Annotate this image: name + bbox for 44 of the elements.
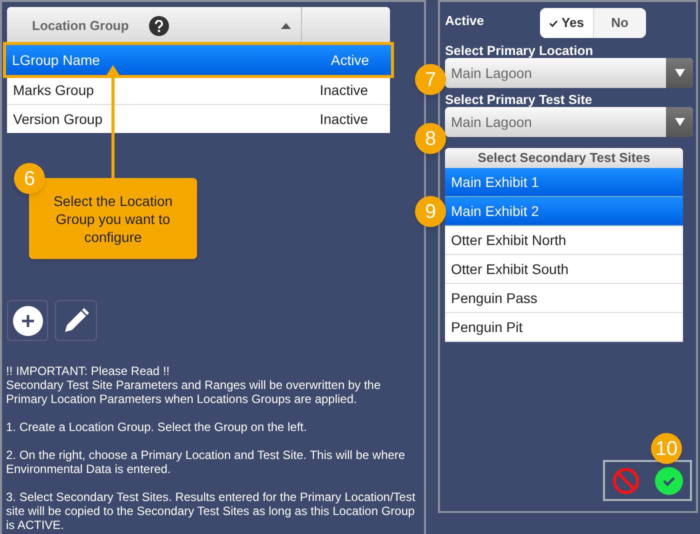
instruction-text: !! IMPORTANT: Please Read !! Secondary Test Site Parameters and Ranges will be overwritten by the Primary Location Parameters when Locations Groups are applied.	[6, 364, 382, 406]
dropdown-caret-icon	[674, 69, 684, 77]
list-item[interactable]: Penguin Pit	[445, 313, 683, 342]
group-status: Active	[330, 50, 369, 70]
step-number-badge: 7	[415, 64, 446, 95]
plus-icon	[12, 306, 42, 336]
table-row[interactable]: Version Group Inactive	[7, 104, 390, 133]
check-icon	[548, 20, 558, 26]
group-name: LGroup Name	[12, 50, 100, 70]
group-status: Inactive	[320, 110, 368, 128]
table-row[interactable]: LGroup Name Active	[6, 45, 391, 75]
list-item[interactable]: Penguin Pass	[445, 284, 683, 313]
step-number-badge: 10	[651, 433, 682, 464]
list-item[interactable]: Main Exhibit 1	[445, 168, 683, 197]
toggle-option[interactable]: No	[594, 8, 646, 38]
help-icon[interactable]	[148, 16, 169, 36]
check-icon	[654, 466, 683, 494]
dropdown[interactable]: Main Lagoon	[445, 58, 693, 88]
dropdown[interactable]: Main Lagoon	[445, 107, 693, 137]
list-header: Select Secondary Test Sites	[445, 148, 683, 168]
instruction-text: 3. Select Secondary Test Sites. Results entered for the Primary Location/Test site will be copied to the Secondary Test Sites as long as this Location Group is ACTIVE.	[6, 490, 416, 532]
step-number-badge: 8	[415, 123, 446, 154]
prohibited-icon	[612, 466, 640, 494]
group-name: Version Group	[13, 110, 102, 129]
add-button[interactable]	[7, 300, 48, 341]
group-name: Marks Group	[13, 80, 94, 100]
list-item[interactable]: Otter Exhibit South	[445, 255, 683, 284]
toggle-option[interactable]: Yes	[540, 8, 594, 38]
instruction-text: 2. On the right, choose a Primary Location and Test Site. This will be where Environmental Data is entered.	[6, 448, 406, 476]
step-number-badge: 9	[415, 196, 446, 227]
dropdown-caret-icon	[674, 118, 684, 126]
sort-ascending-icon[interactable]	[281, 23, 291, 29]
step-number-badge: 6	[14, 163, 45, 194]
instruction-text: 1. Create a Location Group. Select the Group on the left.	[6, 420, 308, 434]
group-status: Inactive	[320, 80, 368, 100]
callout-text: Select the Location Group you want to configure	[52, 192, 174, 246]
field-label: Select Primary Location	[445, 42, 594, 58]
field-label: Active	[445, 12, 486, 30]
list-item[interactable]: Otter Exhibit North	[445, 226, 683, 255]
column-header[interactable]: Location Group	[32, 16, 129, 36]
list-item[interactable]: Main Exhibit 2	[445, 197, 683, 226]
edit-button[interactable]	[55, 300, 97, 341]
confirm-button[interactable]	[654, 466, 683, 494]
field-label: Select Primary Test Site	[445, 91, 594, 107]
